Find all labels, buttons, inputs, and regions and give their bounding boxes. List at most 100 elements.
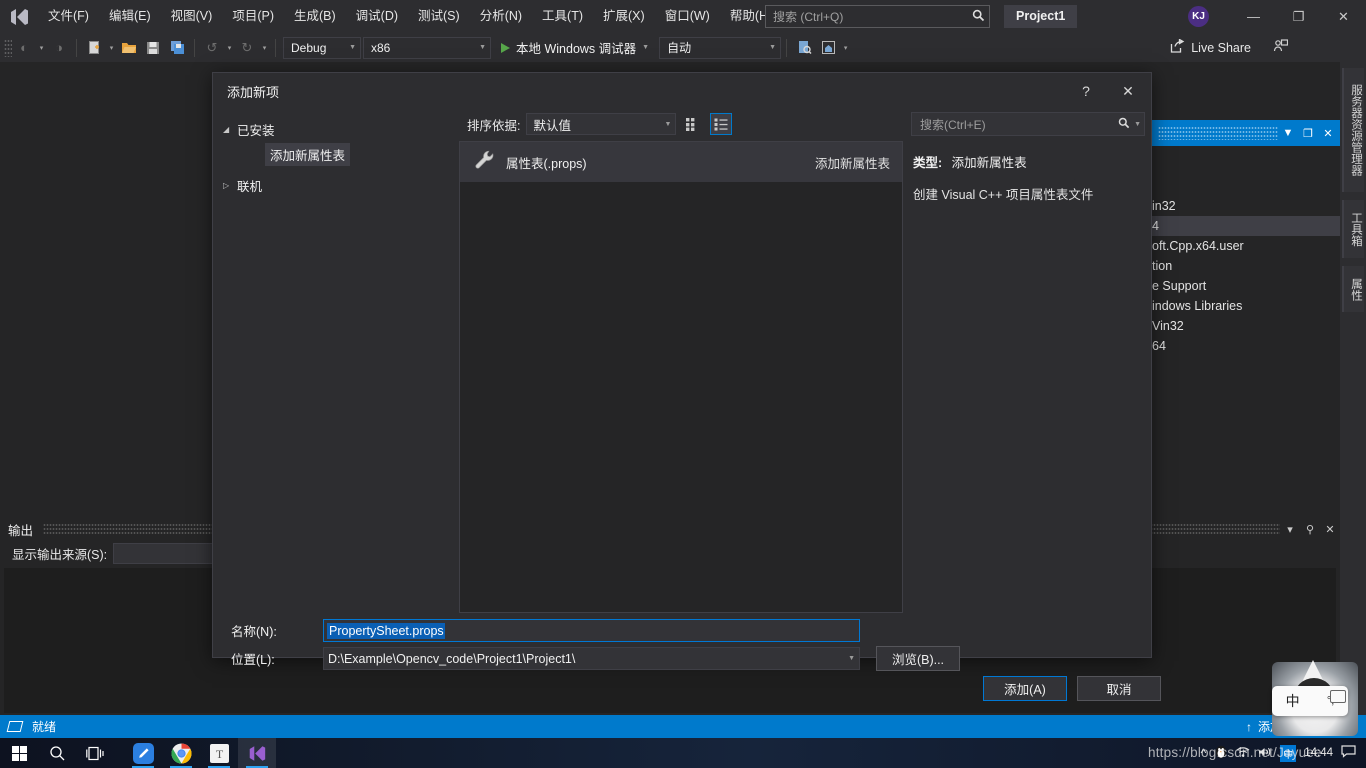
menu-file[interactable]: 文件(F) (38, 0, 99, 33)
new-item-icon[interactable] (82, 37, 106, 59)
menu-tools[interactable]: 工具(T) (532, 0, 593, 33)
chevron-right-icon: ▷ (223, 181, 230, 190)
menu-view[interactable]: 视图(V) (161, 0, 223, 33)
live-share-label: Live Share (1191, 40, 1251, 55)
home-icon[interactable] (816, 37, 840, 59)
start-debugging-button[interactable]: 本地 Windows 调试器 ▼ (497, 37, 653, 59)
open-file-icon[interactable] (117, 37, 141, 59)
ime-expand-icon[interactable] (1330, 690, 1346, 703)
pin-icon[interactable]: ⚲ (1300, 518, 1320, 540)
share-icon (1170, 38, 1185, 56)
tree-row[interactable]: indows Libraries (1150, 296, 1340, 316)
vs-logo-icon (0, 0, 38, 33)
save-all-icon[interactable] (165, 37, 189, 59)
chevron-down-icon[interactable]: ▼ (642, 44, 649, 51)
visual-studio-icon[interactable] (238, 738, 276, 768)
tree-row[interactable]: in32 (1150, 196, 1340, 216)
chevron-down-icon[interactable]: ▾ (1280, 518, 1300, 540)
help-button[interactable]: ? (1065, 74, 1107, 108)
task-view-icon[interactable] (76, 738, 114, 768)
name-input[interactable]: PropertySheet.props (323, 619, 860, 642)
navigate-forward-icon[interactable]: ◑ (47, 37, 71, 59)
live-share-button[interactable]: Live Share (1170, 37, 1289, 58)
tree-row[interactable]: tion (1150, 256, 1340, 276)
avatar[interactable]: KJ (1188, 6, 1209, 27)
page-title: Project1 (1004, 5, 1078, 28)
tree-row[interactable]: e Support (1150, 276, 1340, 296)
tree-node-installed[interactable]: ◢ 已安装 (213, 117, 459, 142)
tab-properties[interactable]: 属性 (1342, 266, 1364, 312)
tree-row[interactable]: 4 (1150, 216, 1340, 236)
list-item-category: 添加新属性表 (814, 156, 890, 171)
grid-view-icon[interactable] (682, 113, 704, 135)
tab-toolbox[interactable]: 工具箱 (1342, 200, 1364, 258)
solution-platform-select[interactable]: x86 ▼ (363, 36, 491, 59)
tree-row[interactable]: oft.Cpp.x64.user (1150, 236, 1340, 256)
configuration-value: Debug (291, 40, 327, 55)
minimize-button[interactable]: — (1231, 0, 1276, 33)
browse-button[interactable]: 浏览(B)... (876, 646, 960, 671)
chevron-down-icon[interactable]: ▾ (224, 37, 235, 59)
chevron-down-icon[interactable]: ▾ (36, 37, 47, 59)
search-icon (1118, 117, 1130, 132)
menu-analyze[interactable]: 分析(N) (470, 0, 532, 33)
restore-button[interactable]: ❐ (1276, 0, 1321, 33)
sort-select[interactable]: 默认值 ▼ (526, 113, 677, 135)
blue-editor-app-icon[interactable] (124, 738, 162, 768)
text-app-icon[interactable]: T (200, 738, 238, 768)
close-icon[interactable]: ✕ (1320, 518, 1340, 540)
dialog-actions: 添加(A) 取消 (983, 676, 1161, 701)
ime-mode-indicator[interactable]: 中 (1286, 691, 1300, 711)
tree-node-online[interactable]: ▷ 联机 (213, 173, 459, 198)
sort-value: 默认值 (533, 118, 571, 133)
close-icon[interactable]: ✕ (1318, 122, 1338, 144)
maximize-icon[interactable]: ❐ (1298, 122, 1318, 144)
location-input[interactable]: D:\Example\Opencv_code\Project1\Project1… (323, 647, 860, 670)
menu-debug[interactable]: 调试(D) (346, 0, 408, 33)
chrome-icon[interactable] (162, 738, 200, 768)
status-text: 就绪 (32, 720, 57, 734)
search-icon[interactable] (38, 738, 76, 768)
undo-icon[interactable]: ↺ (200, 37, 224, 59)
auto-select[interactable]: 自动 ▼ (659, 36, 782, 59)
menu-project[interactable]: 项目(P) (222, 0, 284, 33)
redo-icon[interactable]: ↻ (235, 37, 259, 59)
tab-server-explorer[interactable]: 服务器资源管理器 (1342, 68, 1364, 192)
overflow-icon[interactable]: ▾ (840, 37, 851, 59)
list-view-icon[interactable] (710, 113, 733, 135)
save-icon[interactable] (141, 37, 165, 59)
navigate-backward-icon[interactable]: ◐ (12, 37, 36, 59)
menu-window[interactable]: 窗口(W) (655, 0, 720, 33)
solution-configuration-select[interactable]: Debug ▼ (283, 36, 361, 59)
attach-process-icon[interactable] (792, 37, 816, 59)
dialog-close-button[interactable]: ✕ (1107, 74, 1149, 108)
menu-extensions[interactable]: 扩展(X) (593, 0, 655, 33)
menu-build[interactable]: 生成(B) (284, 0, 346, 33)
add-new-item-dialog: 添加新项 ? ✕ ◢ 已安装 添加新属性表 ▷ 联机 排序依据: 默认值 ▼ 属… (212, 72, 1161, 701)
global-search-input[interactable]: 搜索 (Ctrl+Q) (765, 5, 990, 28)
chevron-down-icon[interactable]: ▼ (1134, 121, 1141, 128)
cancel-button[interactable]: 取消 (1077, 676, 1161, 701)
tree-row[interactable]: 64 (1150, 336, 1340, 356)
close-button[interactable]: ✕ (1321, 0, 1366, 33)
template-search-input[interactable]: 搜索(Ctrl+E) ▼ (911, 112, 1145, 136)
details-content: 类型: 添加新属性表 创建 Visual C++ 项目属性表文件 (903, 136, 1151, 204)
play-icon (501, 42, 510, 53)
details-pane: 搜索(Ctrl+E) ▼ 类型: 添加新属性表 创建 Visual C++ 项目… (903, 109, 1151, 617)
add-button[interactable]: 添加(A) (983, 676, 1067, 701)
tree-row[interactable]: Vin32 (1150, 316, 1340, 336)
chevron-down-icon[interactable]: ▼ (1278, 122, 1298, 144)
menu-test[interactable]: 测试(S) (408, 0, 470, 33)
menu-edit[interactable]: 编辑(E) (99, 0, 161, 33)
feedback-icon[interactable] (1273, 39, 1289, 56)
tree-node-add-property-sheet[interactable]: 添加新属性表 (213, 142, 459, 167)
menu-bar: 文件(F) 编辑(E) 视图(V) 项目(P) 生成(B) 调试(D) 测试(S… (38, 0, 782, 33)
list-item[interactable]: 属性表(.props) 添加新属性表 (460, 142, 902, 182)
start-icon[interactable] (0, 738, 38, 768)
status-bar: 就绪 ↑ 添加到源代码管理 (0, 715, 1366, 738)
toolbar-grip[interactable] (4, 38, 12, 57)
chevron-down-icon[interactable]: ▾ (259, 37, 270, 59)
chevron-down-icon[interactable]: ▾ (106, 37, 117, 59)
template-list[interactable]: 属性表(.props) 添加新属性表 (459, 141, 903, 613)
chevron-down-icon[interactable]: ▼ (848, 655, 855, 662)
